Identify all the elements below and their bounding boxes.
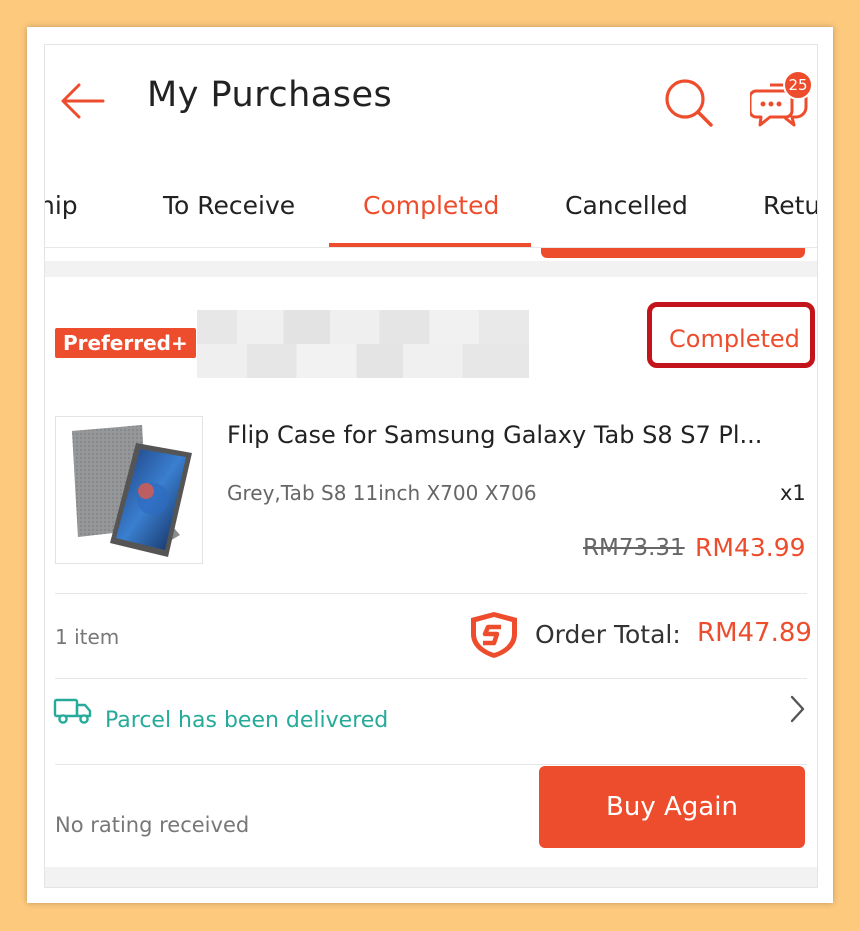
tab-to-ship[interactable]: hip (45, 191, 78, 220)
order-total-label: Order Total: (535, 620, 681, 649)
rating-status: No rating received (55, 813, 250, 837)
original-price: RM73.31 (583, 535, 685, 561)
sale-price: RM43.99 (695, 533, 806, 562)
tablet-case-image (72, 425, 192, 557)
screenshot-frame: My Purchases 25 hip To Receive Completed… (27, 27, 833, 903)
tab-to-receive[interactable]: To Receive (163, 191, 295, 220)
buy-again-button[interactable]: Buy Again (539, 766, 805, 848)
order-status-tabs: hip To Receive Completed Cancelled Retu (45, 155, 817, 248)
product-variant: Grey,Tab S8 11inch X700 X706 (227, 481, 537, 505)
tab-completed[interactable]: Completed (363, 191, 499, 220)
preferred-plus-badge: Preferred+ (55, 328, 196, 358)
delivery-status-link[interactable]: Parcel has been delivered (105, 708, 388, 733)
order-total-value: RM47.89 (697, 618, 812, 648)
order-status: Completed (669, 325, 800, 353)
product-quantity: x1 (780, 481, 806, 505)
chevron-right-icon[interactable] (787, 693, 807, 725)
page-title: My Purchases (147, 75, 393, 115)
tab-return-refund[interactable]: Retu (763, 191, 817, 220)
divider (55, 764, 807, 765)
divider (55, 593, 807, 594)
product-thumbnail[interactable] (55, 416, 203, 564)
search-icon[interactable] (663, 77, 715, 129)
item-count: 1 item (55, 625, 120, 649)
app-screen: My Purchases 25 hip To Receive Completed… (44, 44, 818, 888)
section-divider (45, 867, 817, 887)
shop-name-blurred[interactable] (197, 310, 529, 378)
previous-card-button-edge (541, 248, 805, 258)
shopee-guarantee-shield-icon (471, 612, 517, 658)
arrow-left-icon[interactable] (57, 81, 107, 121)
divider (55, 678, 807, 679)
truck-icon (53, 698, 92, 724)
active-tab-indicator (329, 243, 531, 247)
chat-unread-badge: 25 (783, 70, 813, 100)
app-header: My Purchases 25 (45, 45, 817, 155)
product-name[interactable]: Flip Case for Samsung Galaxy Tab S8 S7 P… (227, 421, 807, 449)
tab-cancelled[interactable]: Cancelled (565, 191, 688, 220)
section-divider (45, 261, 817, 277)
